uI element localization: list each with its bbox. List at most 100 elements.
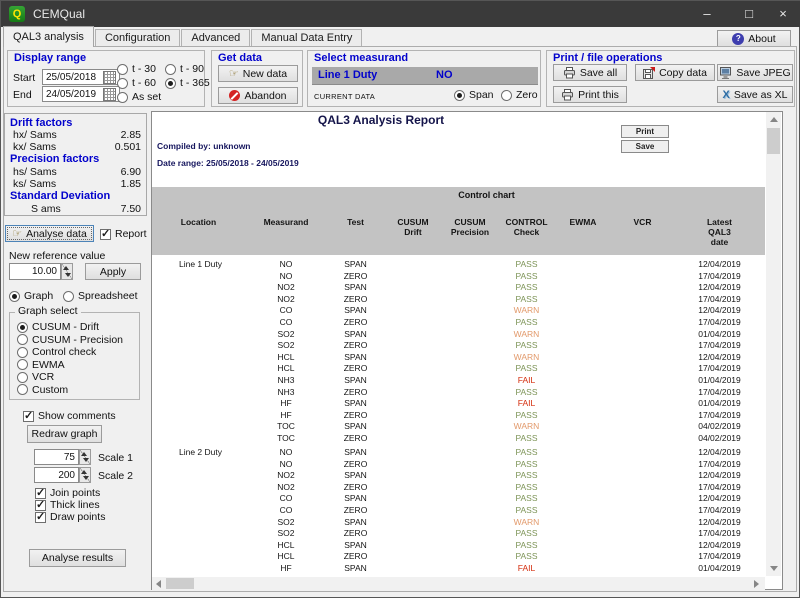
minimize-button[interactable]: – [687,1,727,27]
graph-select-vcr[interactable]: VCR [17,371,54,383]
printer-icon [561,89,574,101]
radio-dot [117,64,128,75]
qal3-date-cell: 01/04/2019 [673,397,765,409]
copy-data-button[interactable]: Copy data [635,64,715,81]
apply-button[interactable]: Apply [85,263,141,280]
test-cell: ZERO [326,293,385,305]
spreadsheet-radio[interactable]: Spreadsheet [63,290,138,302]
radio-dot [17,384,28,395]
range-option-t-365[interactable]: t - 365 [165,77,210,89]
tab-qal3-analysis[interactable]: QAL3 analysis [3,26,94,47]
range-option-t-30[interactable]: t - 30 [117,63,156,75]
location-cell: Line 1 Duty [152,258,246,270]
calendar-icon[interactable] [103,71,116,84]
graph-select-ewma[interactable]: EWMA [17,359,65,371]
about-button[interactable]: ? About [717,30,791,47]
checkbox-thick-lines-label: Thick lines [50,499,100,511]
control-check-cell: PASS [499,458,554,470]
horizontal-scroll-thumb[interactable] [166,578,194,589]
calendar-icon[interactable] [103,88,116,101]
close-button[interactable]: × [763,1,800,27]
start-date-input[interactable]: 25/05/2018 [42,69,120,85]
redraw-graph-button[interactable]: Redraw graph [27,425,102,443]
checkbox-draw-points[interactable]: Draw points [35,511,105,523]
scale2-spinner[interactable] [79,467,91,483]
end-date-input[interactable]: 24/05/2019 [42,86,120,102]
scale2-input[interactable]: 200 [34,467,79,483]
analyse-results-button[interactable]: Analyse results [29,549,126,567]
control-check-cell: PASS [499,281,554,293]
graph-select-custom[interactable]: Custom [17,384,68,396]
table-row: Line 2 DutyNOSPANPASS12/04/2019 [152,446,765,458]
graph-radio[interactable]: Graph [9,290,53,302]
table-row: HFSPANFAIL01/04/2019 [152,562,765,574]
save-as-xl-label: Save as XL [734,89,788,101]
zero-radio[interactable]: Zero [501,89,538,101]
span-radio[interactable]: Span [454,89,494,101]
new-data-button[interactable]: ☞ New data [218,65,298,82]
graph-select-control-check[interactable]: Control check [17,346,96,358]
radio-dot [117,78,128,89]
print-this-button[interactable]: Print this [553,86,627,103]
test-cell: ZERO [326,270,385,282]
qal3-date-cell: 17/04/2019 [673,362,765,374]
control-check-cell: PASS [499,270,554,282]
tab-configuration[interactable]: Configuration [95,29,180,47]
report-checkbox[interactable]: Report [100,228,147,240]
scroll-up-icon[interactable] [766,112,781,127]
tab-manual-data-entry[interactable]: Manual Data Entry [251,29,362,47]
range-option-t-60[interactable]: t - 60 [117,77,156,89]
table-row: SO2SPANWARN12/04/2019 [152,516,765,528]
measurand-cell: SO2 [246,328,326,340]
pointing-hand-icon: ☞ [229,69,239,79]
control-check-cell: PASS [499,316,554,328]
control-check-cell: PASS [499,446,554,458]
save-all-button[interactable]: Save all [553,64,627,81]
qal3-date-cell: 12/04/2019 [673,539,765,551]
measurand-cell: HF [246,409,326,421]
start-label: Start [13,72,35,84]
vertical-scrollbar[interactable] [766,112,781,576]
table-row: HCLZEROPASS17/04/2019 [152,550,765,562]
qal3-date-cell: 17/04/2019 [673,293,765,305]
control-check-cell: PASS [499,386,554,398]
save-as-xl-button[interactable]: X Save as XL [717,86,793,103]
qal3-date-cell: 17/04/2019 [673,458,765,470]
scroll-down-icon[interactable] [766,561,781,576]
measurand-name: NO [436,69,453,81]
range-option-t-90[interactable]: t - 90 [165,63,204,75]
measurand-cell: TOC [246,432,326,444]
measurand-bar[interactable]: Line 1 Duty NO [312,67,538,85]
show-comments-checkbox[interactable]: Show comments [23,410,116,422]
measurand-cell: NH3 [246,374,326,386]
radio-dot [501,90,512,101]
analyse-data-button[interactable]: ☞ Analyse data [5,225,94,242]
standard-deviation-title: Standard Deviation [10,190,110,202]
display-range-group: Display range Start 25/05/2018 End 24/05… [7,50,205,107]
control-check-cell: WARN [499,420,554,432]
test-cell: ZERO [326,386,385,398]
scale1-input[interactable]: 75 [34,449,79,465]
scroll-right-icon[interactable] [750,577,763,590]
tab-advanced[interactable]: Advanced [181,29,250,47]
new-reference-spinner[interactable] [61,263,73,280]
scale1-spinner[interactable] [79,449,91,465]
abandon-button[interactable]: Abandon [218,87,298,104]
scroll-left-icon[interactable] [152,577,165,590]
vertical-scroll-thumb[interactable] [767,128,780,154]
excel-x-icon: X [722,89,729,101]
graph-select-cusum-drift[interactable]: CUSUM - Drift [17,321,99,333]
range-option-as-set[interactable]: As set [117,91,161,103]
test-cell: SPAN [326,446,385,458]
measurand-cell: CO [246,304,326,316]
hs-value: 6.90 [91,166,141,178]
test-cell: SPAN [326,516,385,528]
current-data-label: CURRENT DATA [314,92,375,101]
horizontal-scrollbar[interactable] [152,577,765,590]
test-cell: SPAN [326,539,385,551]
hs-label: hs/ Sams [13,166,57,178]
save-jpeg-button[interactable]: Save JPEG [717,64,793,81]
new-reference-input[interactable]: 10.00 [9,263,61,280]
checkbox-box [100,229,111,240]
graph-select-cusum-precision[interactable]: CUSUM - Precision [17,334,123,346]
